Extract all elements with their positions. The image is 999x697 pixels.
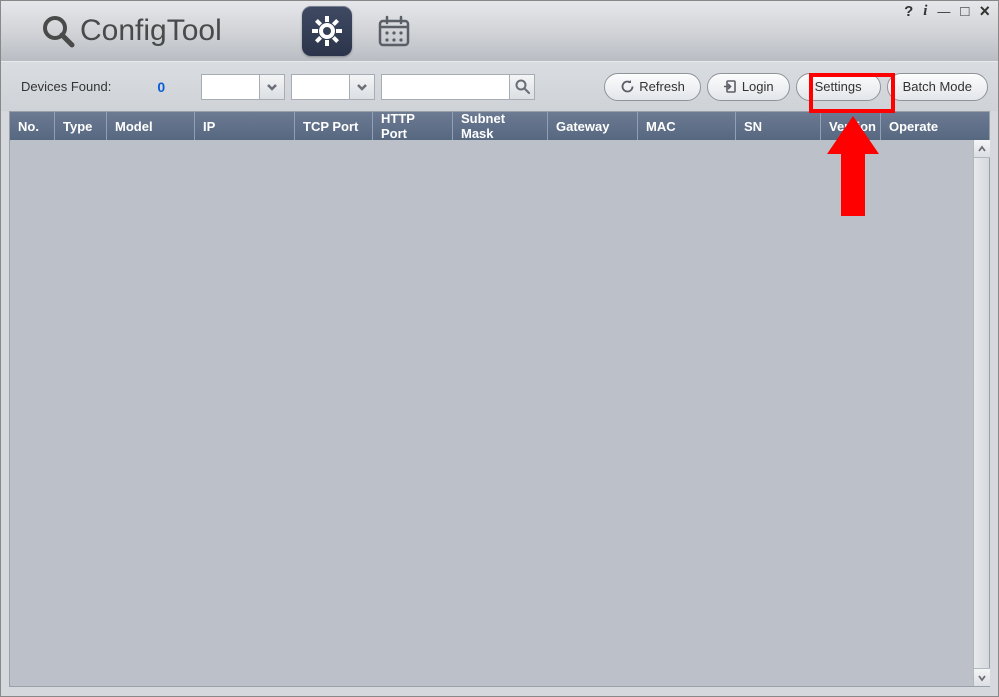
devices-found-label: Devices Found:	[21, 79, 111, 94]
search-input[interactable]	[381, 74, 509, 100]
settings-label: Settings	[815, 79, 862, 94]
filter1-dropdown-button[interactable]	[259, 74, 285, 100]
settings-gear-tile[interactable]	[302, 6, 352, 56]
column-header[interactable]: Subnet Mask	[453, 112, 548, 140]
column-header[interactable]: Version	[821, 112, 881, 140]
toolbar: Devices Found: 0 Refresh	[1, 61, 998, 111]
chevron-down-icon	[356, 81, 368, 93]
column-header[interactable]: MAC	[638, 112, 736, 140]
scroll-down-button[interactable]	[974, 668, 990, 686]
title-bar: ConfigTool	[1, 1, 998, 61]
column-header[interactable]: HTTP Port	[373, 112, 453, 140]
filter1-select[interactable]	[201, 74, 285, 100]
search-button[interactable]	[509, 74, 535, 100]
help-button[interactable]: ?	[904, 3, 913, 20]
filter1-input[interactable]	[201, 74, 259, 100]
column-header[interactable]: No.	[10, 112, 55, 140]
gear-icon	[311, 15, 343, 47]
chevron-up-icon	[977, 144, 987, 154]
refresh-label: Refresh	[639, 79, 685, 94]
close-button[interactable]: ×	[979, 1, 990, 22]
column-header[interactable]: Model	[107, 112, 195, 140]
minimize-button[interactable]: —	[937, 4, 950, 19]
filter2-dropdown-button[interactable]	[349, 74, 375, 100]
login-label: Login	[742, 79, 774, 94]
search-icon	[515, 79, 530, 94]
column-header[interactable]: Operate	[881, 112, 971, 140]
chevron-down-icon	[266, 81, 278, 93]
info-button[interactable]: i	[923, 3, 927, 20]
column-header[interactable]: TCP Port	[295, 112, 373, 140]
login-icon	[723, 79, 738, 94]
column-header[interactable]: IP	[195, 112, 295, 140]
refresh-button[interactable]: Refresh	[604, 73, 701, 101]
column-header[interactable]: SN	[736, 112, 821, 140]
batch-mode-label: Batch Mode	[903, 79, 972, 94]
login-button[interactable]: Login	[707, 73, 790, 101]
scroll-up-button[interactable]	[974, 140, 990, 158]
refresh-icon	[620, 79, 635, 94]
filter2-input[interactable]	[291, 74, 349, 100]
settings-button[interactable]: Settings	[796, 73, 881, 101]
search-group	[381, 74, 535, 100]
magnifier-icon	[41, 14, 75, 48]
vertical-scrollbar[interactable]	[973, 140, 989, 686]
column-header[interactable]: Gateway	[548, 112, 638, 140]
table-body	[10, 140, 989, 686]
table-header-row: No.TypeModelIPTCP PortHTTP PortSubnet Ma…	[10, 112, 989, 140]
app-logo-group: ConfigTool	[41, 14, 222, 48]
device-table: No.TypeModelIPTCP PortHTTP PortSubnet Ma…	[9, 111, 990, 687]
batch-mode-button[interactable]: Batch Mode	[887, 73, 988, 101]
chevron-down-icon	[977, 673, 987, 683]
maximize-button[interactable]: □	[960, 3, 969, 20]
calendar-tile[interactable]	[374, 11, 414, 51]
calendar-icon	[377, 14, 411, 48]
devices-found-count: 0	[157, 79, 165, 95]
column-header[interactable]: Type	[55, 112, 107, 140]
filter2-select[interactable]	[291, 74, 375, 100]
window-controls: ? i — □ ×	[904, 1, 990, 21]
app-title: ConfigTool	[80, 14, 222, 48]
title-icon-group	[302, 6, 414, 56]
